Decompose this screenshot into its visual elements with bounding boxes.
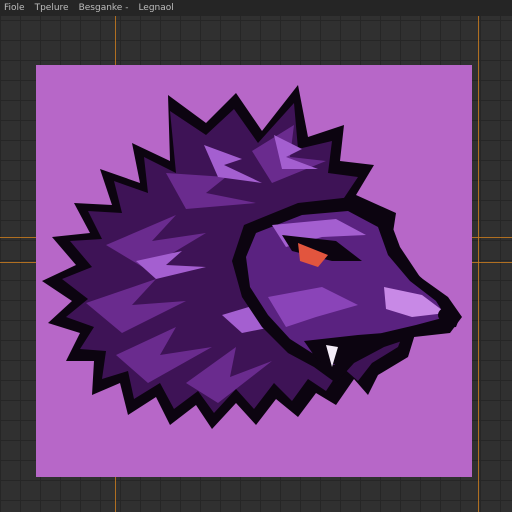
artboard[interactable] — [36, 65, 472, 477]
menu-background[interactable]: Besganke - — [79, 3, 129, 13]
nose-icon — [438, 307, 458, 323]
guide-line-vertical[interactable] — [478, 16, 479, 512]
wolf-mascot-artwork — [36, 65, 472, 477]
menu-bar: Fiole Tpelure Besganke - Legnaol — [0, 0, 512, 16]
menu-file[interactable]: Fiole — [4, 3, 25, 13]
editor-window: Fiole Tpelure Besganke - Legnaol — [0, 0, 512, 512]
menu-legend[interactable]: Legnaol — [138, 3, 173, 13]
menu-texture[interactable]: Tpelure — [35, 3, 69, 13]
